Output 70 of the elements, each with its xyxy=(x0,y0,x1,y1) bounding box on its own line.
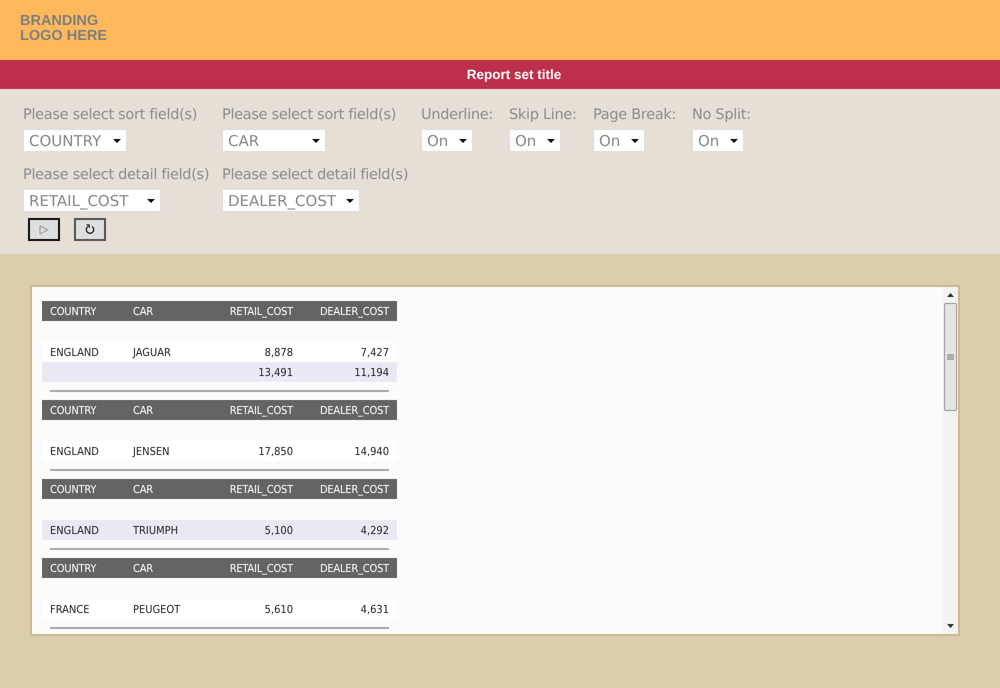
field-label: Underline: xyxy=(421,106,494,125)
dropdown[interactable]: On xyxy=(692,129,744,152)
column-header: DEALER_COST xyxy=(318,404,390,416)
caret-icon xyxy=(547,138,555,142)
play-icon xyxy=(39,224,49,234)
caret-icon xyxy=(147,198,155,202)
column-header: RETAIL_COST xyxy=(228,304,294,318)
scroll-thumb[interactable] xyxy=(944,303,957,411)
dropdown[interactable]: RETAIL_COST xyxy=(23,189,161,212)
table-cell: 14,940 xyxy=(354,444,389,458)
table-cell: 8,878 xyxy=(264,346,293,358)
table-cell: 17,850 xyxy=(258,444,293,458)
table-cell: ENGLAND xyxy=(50,346,99,358)
column-header: DEALER_COST xyxy=(318,304,390,318)
dropdown[interactable]: On xyxy=(593,129,645,152)
column-header: DEALER_COST xyxy=(318,482,390,496)
column-header: COUNTRY xyxy=(49,304,98,318)
caret-icon xyxy=(346,198,354,202)
run-button[interactable] xyxy=(28,218,60,241)
table-cell: 4,292 xyxy=(360,524,389,536)
caret-icon xyxy=(730,138,738,142)
column-header: COUNTRY xyxy=(49,562,98,574)
reset-icon xyxy=(85,224,95,235)
table-cell: 5,100 xyxy=(264,524,293,536)
dropdown[interactable]: CAR xyxy=(222,129,326,152)
table-cell: ENGLAND xyxy=(50,444,99,458)
up-arrow-icon[interactable] xyxy=(947,293,954,297)
caret-icon xyxy=(459,138,467,142)
column-header: CAR xyxy=(132,404,154,416)
grip-icon xyxy=(947,354,954,360)
table-cell: JENSEN xyxy=(133,444,170,458)
scrollbar[interactable] xyxy=(943,287,958,634)
branding-text: LOGO HERE xyxy=(20,29,108,44)
field-label: Page Break: xyxy=(593,106,678,125)
dropdown[interactable]: COUNTRY xyxy=(23,129,127,152)
field-label: Skip Line: xyxy=(509,106,578,125)
report-title: Report set title xyxy=(466,67,562,82)
column-header: RETAIL_COST xyxy=(228,562,294,574)
column-header: CAR xyxy=(132,304,154,318)
caret-icon xyxy=(113,138,121,142)
column-header: DEALER_COST xyxy=(318,562,390,574)
table-cell: JAGUAR xyxy=(133,346,171,358)
column-header: RETAIL_COST xyxy=(228,482,294,496)
branding-text: BRANDING xyxy=(20,14,100,29)
caret-icon xyxy=(312,138,320,142)
column-header: RETAIL_COST xyxy=(228,404,294,416)
field-label: Please select sort field(s) xyxy=(222,106,398,125)
down-arrow-icon[interactable] xyxy=(947,624,954,628)
field-label: Please select detail field(s) xyxy=(222,166,409,185)
table-cell: 4,631 xyxy=(360,602,389,616)
caret-icon xyxy=(631,138,639,142)
field-label: No Split: xyxy=(692,106,751,125)
dropdown[interactable]: DEALER_COST xyxy=(222,189,360,212)
table-cell: 5,610 xyxy=(264,602,293,616)
table-cell: TRIUMPH xyxy=(133,524,178,536)
table-cell: ENGLAND xyxy=(50,524,99,536)
column-header: COUNTRY xyxy=(49,404,98,416)
column-header: CAR xyxy=(132,482,154,496)
table-cell: FRANCE xyxy=(50,602,90,616)
table-cell: 7,427 xyxy=(360,346,389,358)
field-label: Please select sort field(s) xyxy=(23,106,198,125)
dropdown[interactable]: On xyxy=(421,129,473,152)
column-header: COUNTRY xyxy=(49,482,98,496)
reset-button[interactable] xyxy=(74,218,106,241)
dropdown[interactable]: On xyxy=(509,129,561,152)
field-label: Please select detail field(s) xyxy=(23,166,210,185)
table-cell: 13,491 xyxy=(258,366,293,378)
column-header: CAR xyxy=(132,562,154,574)
table-cell: 11,194 xyxy=(354,366,389,378)
table-cell: PEUGEOT xyxy=(133,602,180,616)
